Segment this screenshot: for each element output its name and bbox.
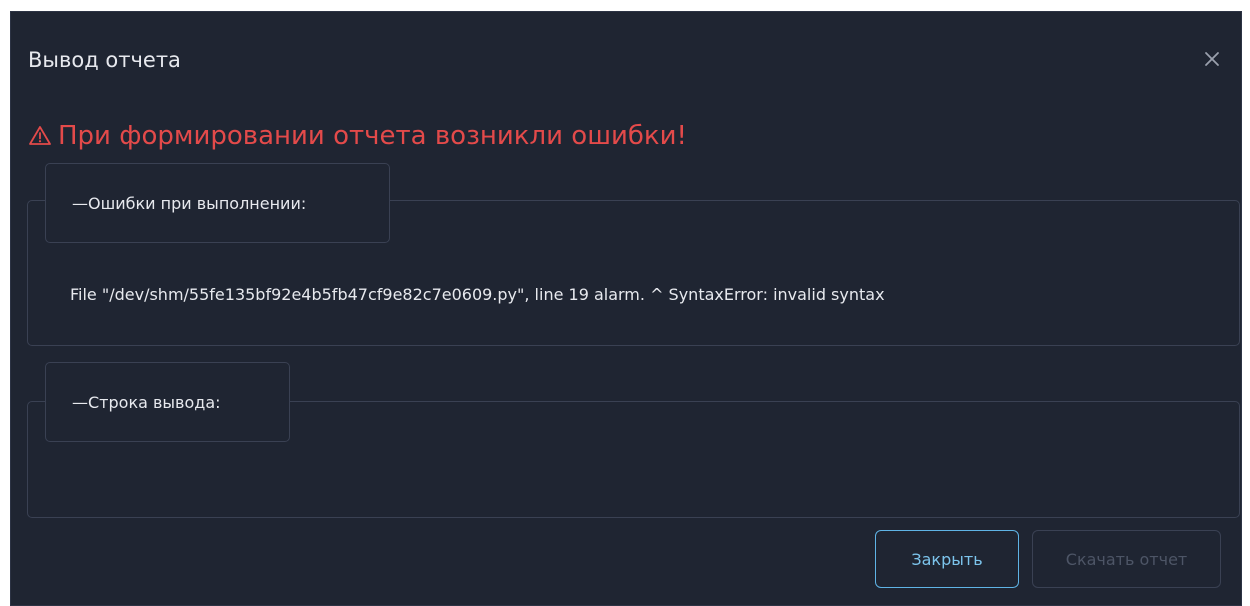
output-legend: —Строка вывода: — [45, 362, 290, 442]
close-icon[interactable] — [1201, 48, 1223, 70]
dialog-title: Вывод отчета — [28, 48, 181, 72]
close-button[interactable]: Закрыть — [875, 530, 1019, 588]
output-legend-label: —Строка вывода: — [72, 392, 221, 412]
download-report-button[interactable]: Скачать отчет — [1032, 530, 1221, 588]
error-message: File "/dev/shm/55fe135bf92e4b5fb47cf9e82… — [70, 285, 885, 304]
warning-triangle-icon — [29, 126, 51, 145]
report-output-dialog: Вывод отчета При формировании отчета воз… — [10, 11, 1242, 606]
errors-legend: —Ошибки при выполнении: — [45, 163, 390, 243]
error-heading-text: При формировании отчета возникли ошибки! — [58, 121, 687, 151]
error-heading: При формировании отчета возникли ошибки! — [28, 118, 687, 154]
errors-legend-label: —Ошибки при выполнении: — [72, 193, 307, 213]
